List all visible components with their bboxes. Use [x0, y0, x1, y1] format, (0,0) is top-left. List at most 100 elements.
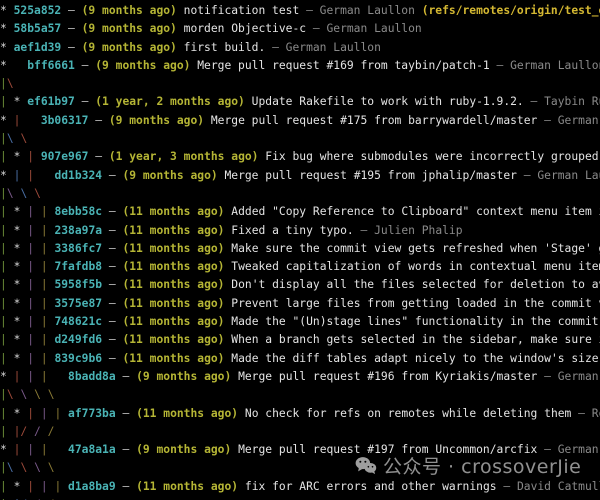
commit-row: | * | | 5958f5b – (11 months ago) Don't … — [0, 276, 600, 294]
separator-dash: – — [102, 296, 123, 310]
graph-edge: \ — [6, 77, 14, 91]
separator-dash: – — [88, 113, 109, 127]
commit-hash: 525a852 — [13, 4, 62, 17]
commit-subject: Merge pull request #175 from barrywardel… — [204, 113, 545, 127]
graph-edge: | — [27, 351, 41, 365]
separator-dash: – — [61, 40, 82, 54]
separator-dash: – — [102, 168, 123, 182]
commit-hash: 907e967 — [40, 150, 89, 164]
graph-row: |\ — [0, 75, 600, 93]
commit-subject: morden Objective-c — [176, 22, 313, 36]
commit-node-marker: * — [13, 278, 28, 292]
separator-dash: – — [102, 241, 123, 255]
commit-date: (11 months ago) — [122, 351, 225, 365]
commit-row: | * | | 3575e87 – (11 months ago) Preven… — [0, 295, 600, 313]
commit-node-marker: * — [0, 4, 14, 17]
separator-dash: – — [102, 205, 123, 219]
graph-edge: / — [20, 424, 35, 438]
commit-hash: 7fafdb8 — [54, 260, 103, 274]
graph-edge — [41, 388, 48, 401]
separator-dash: – — [61, 22, 82, 36]
commit-hash: aef1d39 — [13, 40, 62, 54]
graph-edge: | — [27, 315, 41, 329]
commit-date: (9 months ago) — [108, 113, 205, 127]
commit-node-marker: * — [0, 443, 14, 457]
graph-edge: | — [27, 150, 41, 164]
graph-row: |\ \ \ \ — [0, 459, 600, 477]
commit-author: – Robert Kyriakis — [578, 406, 600, 420]
graph-edge: \ — [47, 388, 55, 402]
graph-edge: | — [0, 278, 14, 292]
graph-edge: \ — [6, 132, 14, 146]
graph-edge: \ — [6, 388, 14, 402]
commit-date: (11 months ago) — [122, 205, 225, 219]
graph-edge: | — [40, 278, 55, 292]
separator-dash: – — [102, 333, 123, 347]
commit-row: * | | | 8badd8a – (9 months ago) Merge p… — [0, 368, 600, 386]
commit-date: (11 months ago) — [122, 223, 225, 237]
separator-dash: – — [102, 351, 123, 365]
commit-hash: 47a8a1a — [68, 443, 116, 457]
commit-subject: Fix bug where submodules were incorrectl… — [265, 150, 599, 164]
commit-date: (9 months ago) — [136, 443, 232, 457]
commit-node-marker: * — [13, 406, 28, 420]
commit-author: – David Catmull — [503, 479, 600, 493]
commit-node-marker: * — [13, 479, 28, 493]
graph-edge: / — [34, 424, 48, 438]
separator-dash: – — [102, 260, 123, 274]
commit-subject: Tweaked capitalization of words in conte… — [224, 260, 600, 274]
commit-date: (11 months ago) — [122, 296, 225, 310]
commit-node-marker: * — [13, 260, 28, 274]
graph-edge: | — [13, 443, 28, 457]
commit-subject: No check for refs on remotes while delet… — [238, 406, 579, 420]
graph-edge: | — [40, 296, 55, 310]
graph-edge: | — [27, 223, 41, 237]
commit-hash: 3386fc7 — [54, 241, 103, 255]
commit-hash: 3b06317 — [40, 113, 89, 127]
commit-hash: 58b5a57 — [13, 22, 62, 36]
graph-edge: | — [40, 406, 55, 420]
graph-row: |\ \ \ — [0, 185, 600, 203]
commit-row: | * | | 839c9b6 – (11 months ago) Made t… — [0, 350, 600, 368]
commit-hash: d1a8ba9 — [68, 479, 116, 493]
commit-row: | * | | 748621c – (11 months ago) Made t… — [0, 313, 600, 331]
commit-hash: bff6661 — [27, 58, 75, 72]
separator-dash: – — [115, 406, 137, 420]
graph-edge: | — [0, 205, 14, 219]
graph-edge: | — [27, 406, 41, 420]
commit-date: (9 months ago) — [81, 22, 177, 36]
commit-row: | * | | 238a97a – (11 months ago) Fixed … — [0, 222, 600, 240]
commit-date: (9 months ago) — [122, 168, 218, 182]
graph-edge: | — [0, 296, 14, 310]
commit-author: – German Laullon — [544, 443, 599, 457]
commit-date: (9 months ago) — [81, 40, 177, 54]
commit-node-marker: * — [0, 369, 14, 383]
graph-edge: | — [0, 241, 14, 255]
graph-edge: | — [0, 186, 7, 200]
commit-subject: Merge pull request #197 from Uncommon/ar… — [231, 443, 545, 457]
commit-date: (11 months ago) — [122, 241, 225, 255]
graph-edge: | — [27, 168, 55, 182]
commit-subject: When a branch gets selected in the sideb… — [231, 333, 600, 347]
commit-row: | * | | 7fafdb8 – (11 months ago) Tweake… — [0, 258, 600, 276]
graph-edge: | — [40, 241, 55, 255]
commit-row: * | | | 47a8a1a – (9 months ago) Merge p… — [0, 441, 600, 459]
commit-author: – German Laullon — [544, 113, 599, 127]
graph-edge: | — [27, 443, 41, 457]
graph-edge: | — [0, 132, 7, 146]
graph-edge: | — [27, 333, 41, 347]
commit-node-marker: * — [0, 113, 14, 127]
commit-subject: notification test — [176, 4, 307, 17]
terminal-git-log[interactable]: * 525a852 – (9 months ago) notification … — [0, 0, 600, 500]
commit-row: | * | | d249fd6 – (11 months ago) When a… — [0, 331, 600, 349]
commit-hash: 8badd8a — [68, 369, 116, 383]
graph-edge: | — [54, 406, 69, 420]
graph-edge: | — [40, 223, 55, 237]
commit-subject: Fixed a tiny typo. — [224, 223, 361, 237]
commit-date: (11 months ago) — [136, 406, 239, 420]
commit-hash: dd1b324 — [54, 168, 103, 182]
commit-hash: 839c9b6 — [54, 351, 103, 365]
graph-edge: \ — [34, 388, 41, 402]
graph-edge: | — [27, 369, 41, 383]
graph-edge: | — [40, 260, 55, 274]
